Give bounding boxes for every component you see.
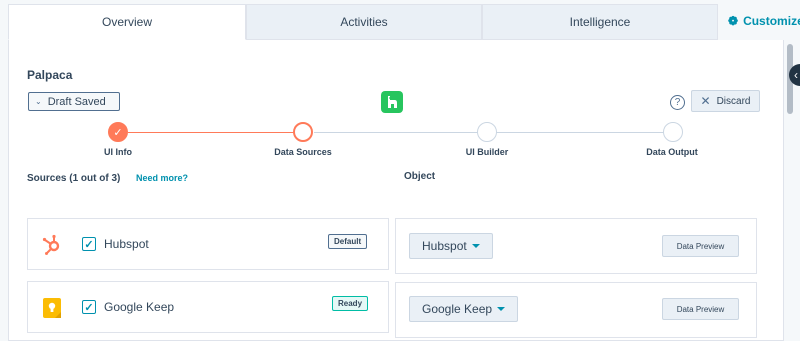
step-label-ui-info: UI Info	[104, 147, 132, 157]
default-badge: Default	[328, 234, 368, 249]
data-preview-button[interactable]: Data Preview	[662, 298, 739, 320]
tab-activities[interactable]: Activities	[246, 4, 482, 40]
step-ui-builder-dot[interactable]	[477, 122, 497, 142]
step-label-data-sources: Data Sources	[274, 147, 332, 157]
google-keep-icon	[41, 297, 63, 324]
source-name: Hubspot	[104, 237, 149, 251]
object-dropdown-hubspot[interactable]: Hubspot	[409, 233, 493, 259]
source-name: Google Keep	[104, 300, 175, 314]
tab-bar: Overview Activities Intelligence	[8, 4, 800, 40]
google-keep-checkbox[interactable]: ✓	[82, 300, 96, 314]
hubspot-checkbox[interactable]: ✓	[82, 237, 96, 251]
gear-icon: ❁	[728, 14, 739, 28]
need-more-link[interactable]: Need more?	[136, 173, 188, 183]
discard-label: Discard	[716, 95, 751, 107]
tab-intelligence[interactable]: Intelligence	[482, 4, 718, 40]
tab-overview[interactable]: Overview	[8, 4, 246, 40]
stepper-line-complete	[128, 132, 304, 133]
object-card-hubspot: Hubspot Data Preview	[395, 218, 757, 274]
chevron-down-icon: ⌄	[35, 97, 42, 106]
ready-badge: Ready	[332, 296, 369, 311]
customize-button[interactable]: ❁ Customize	[728, 14, 800, 28]
object-dropdown-value: Hubspot	[422, 239, 467, 253]
checkmark-icon: ✓	[84, 238, 94, 251]
step-ui-info-dot[interactable]: ✓	[108, 122, 128, 142]
close-icon: ✕	[700, 94, 711, 108]
hubspot-icon	[41, 234, 63, 261]
discard-button[interactable]: ✕ Discard	[691, 90, 760, 112]
draft-saved-button[interactable]: ⌄ Draft Saved	[28, 92, 120, 111]
source-card-hubspot: ✓ Hubspot Default	[27, 218, 389, 270]
object-card-google-keep: Google Keep Data Preview	[395, 282, 757, 338]
data-preview-button[interactable]: Data Preview	[662, 235, 739, 257]
step-label-ui-builder: UI Builder	[465, 147, 509, 157]
help-icon[interactable]: ?	[670, 95, 685, 110]
caret-down-icon	[471, 244, 480, 248]
page-title: Palpaca	[27, 68, 73, 82]
step-label-data-output: Data Output	[646, 147, 698, 157]
sources-heading: Sources (1 out of 3)	[27, 173, 121, 184]
source-card-google-keep: ✓ Google Keep Ready	[27, 281, 389, 333]
checkmark-icon: ✓	[113, 126, 123, 139]
object-heading: Object	[404, 171, 436, 182]
caret-down-icon	[497, 307, 506, 311]
draft-saved-label: Draft Saved	[47, 95, 106, 108]
chevron-left-icon: ‹	[794, 68, 798, 82]
main-panel: Palpaca ⌄ Draft Saved ? ✕ Discard ✓ UI I…	[8, 40, 784, 341]
object-dropdown-value: Google Keep	[422, 302, 493, 316]
object-dropdown-google-keep[interactable]: Google Keep	[409, 296, 519, 322]
checkmark-icon: ✓	[84, 301, 94, 314]
customize-label: Customize	[743, 14, 800, 28]
app-logo-icon	[381, 91, 403, 113]
step-data-sources-dot[interactable]	[293, 122, 313, 142]
step-data-output-dot[interactable]	[663, 122, 683, 142]
